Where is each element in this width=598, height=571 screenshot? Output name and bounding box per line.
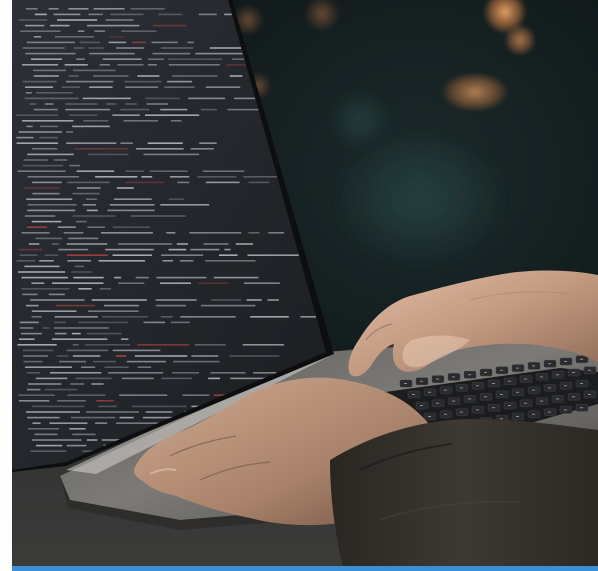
laptop-photo xyxy=(0,0,598,571)
left-margin xyxy=(0,0,12,571)
sleeve xyxy=(330,418,598,571)
bottom-accent-strip xyxy=(12,566,598,571)
photo-illustration xyxy=(0,0,598,571)
